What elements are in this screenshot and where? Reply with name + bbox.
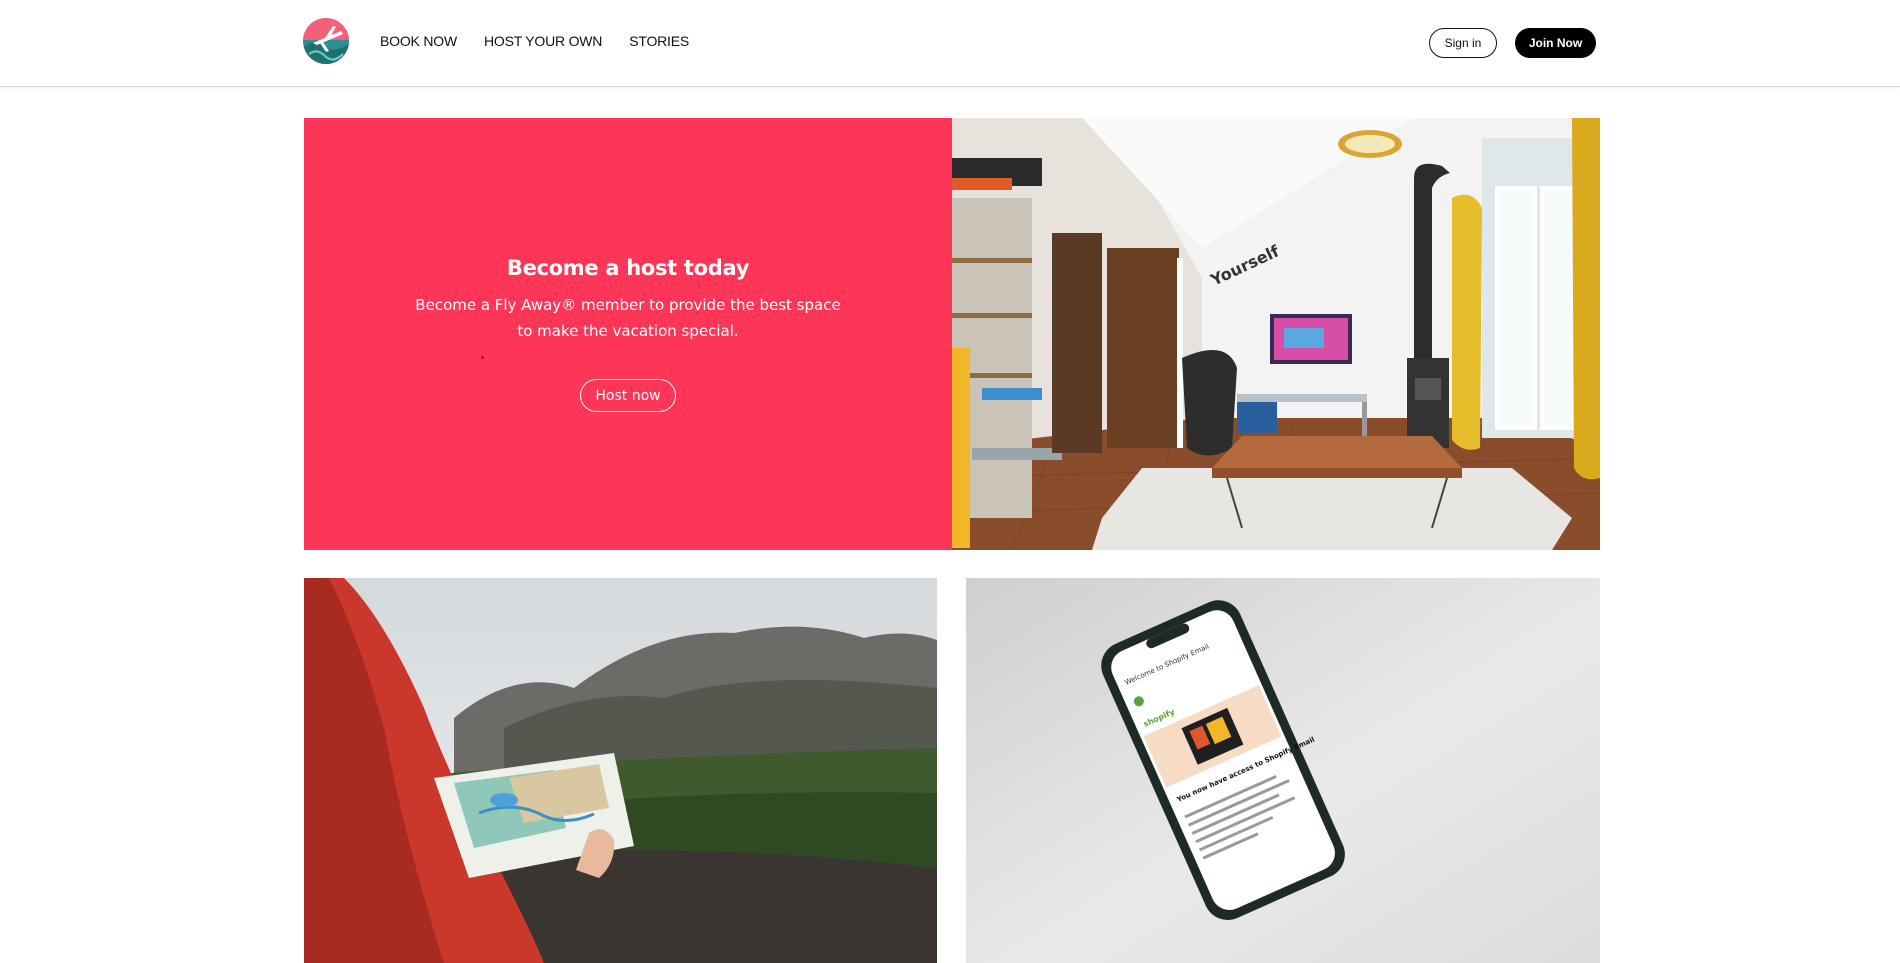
plane-logo-icon: [303, 18, 349, 64]
main-nav: BOOK NOW HOST YOUR OWN STORIES: [380, 33, 689, 49]
nav-host-your-own[interactable]: HOST YOUR OWN: [484, 33, 602, 49]
fly-away-logo[interactable]: [303, 18, 349, 64]
join-now-button[interactable]: Join Now: [1515, 28, 1596, 58]
hero-title: Become a host today: [506, 256, 750, 280]
become-host-panel: Become a host today Become a Fly Away® m…: [304, 118, 952, 550]
sign-in-button[interactable]: Sign in: [1429, 28, 1497, 58]
hiker-map-image: [304, 578, 937, 963]
host-now-button[interactable]: Host now: [580, 379, 676, 412]
nav-book-now[interactable]: BOOK NOW: [380, 33, 457, 49]
living-room-image: Yourself: [952, 118, 1600, 550]
nav-stories[interactable]: STORIES: [629, 33, 689, 49]
smartphone-image: Welcome to Shopify Email shopify You now…: [966, 578, 1600, 963]
site-header: BOOK NOW HOST YOUR OWN STORIES Sign in J…: [0, 0, 1900, 87]
hero-description: Become a Fly Away® member to provide the…: [415, 296, 841, 340]
decorative-dot: [481, 356, 484, 359]
